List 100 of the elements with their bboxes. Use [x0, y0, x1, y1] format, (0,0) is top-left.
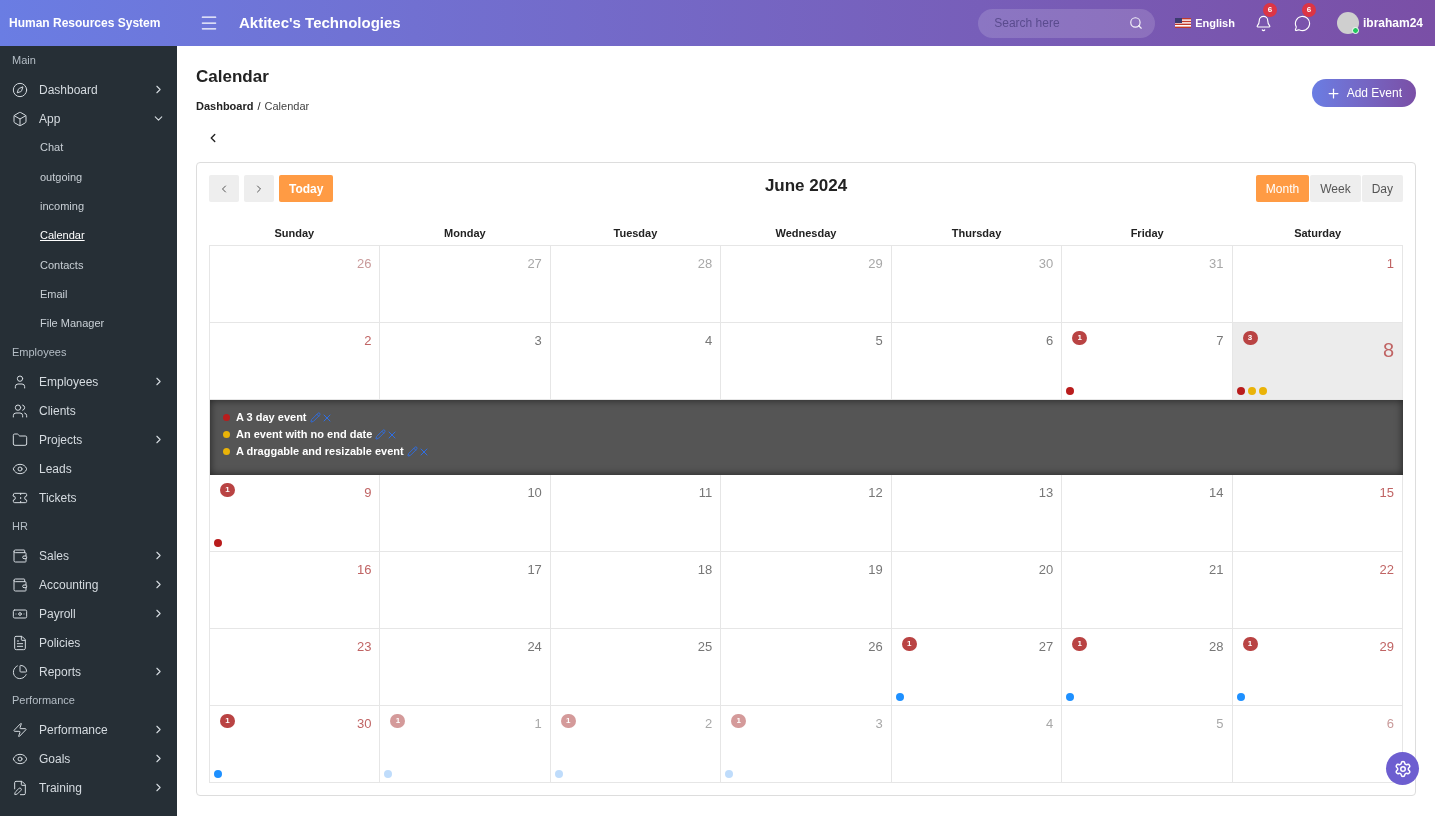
- event-count: 1: [390, 714, 406, 728]
- day-number: 1: [1386, 255, 1394, 273]
- day-cell[interactable]: 10: [380, 475, 551, 552]
- day-cell[interactable]: 21: [1062, 552, 1233, 629]
- avatar[interactable]: [1336, 12, 1359, 34]
- page-title: Calendar: [196, 66, 270, 88]
- next-button[interactable]: [244, 175, 274, 202]
- add-event-button[interactable]: Add Event: [1311, 79, 1416, 107]
- day-cell[interactable]: 1 27: [891, 629, 1063, 706]
- day-number: 7: [1216, 332, 1224, 350]
- day-cell[interactable]: 3: [380, 323, 551, 400]
- day-cell[interactable]: 19: [721, 552, 892, 629]
- weekday-header: Sunday: [273, 226, 316, 242]
- sidebar-item[interactable]: App: [0, 104, 177, 133]
- wallet-icon: [12, 576, 28, 593]
- sidebar-subitem[interactable]: Email: [0, 279, 177, 309]
- breadcrumb-link[interactable]: Dashboard: [196, 97, 254, 114]
- day-cell[interactable]: 1 30: [210, 706, 381, 783]
- view-tab[interactable]: Week: [1310, 175, 1361, 202]
- sidebar-item[interactable]: Clients: [0, 396, 177, 426]
- sidebar-item[interactable]: Tickets: [0, 483, 177, 513]
- sidebar-section-label: Employees: [11, 345, 68, 361]
- day-cell[interactable]: 26: [721, 629, 892, 706]
- sidebar-item[interactable]: Leads: [0, 454, 177, 484]
- sidebar-item[interactable]: Policies: [0, 628, 177, 658]
- settings-button[interactable]: [1386, 752, 1419, 785]
- day-cell[interactable]: 5: [721, 323, 892, 400]
- event-title[interactable]: A draggable and resizable event: [236, 443, 404, 460]
- pencil-icon[interactable]: [309, 412, 321, 423]
- day-cell[interactable]: 18: [550, 552, 722, 629]
- document-edit-icon: [12, 779, 28, 796]
- sidebar-subitem[interactable]: Contacts: [0, 250, 177, 280]
- event-title[interactable]: An event with no end date: [236, 426, 373, 443]
- sidebar-subitem[interactable]: Chat: [0, 133, 177, 163]
- box-icon: [12, 110, 28, 127]
- day-number: 25: [697, 638, 713, 656]
- day-cell[interactable]: 3 8: [1232, 323, 1403, 400]
- day-number: 5: [1216, 715, 1224, 733]
- day-cell[interactable]: 20: [891, 552, 1063, 629]
- day-cell[interactable]: 14: [1062, 475, 1233, 552]
- sidebar-item[interactable]: Accounting: [0, 570, 177, 600]
- pencil-icon[interactable]: [375, 429, 387, 440]
- day-number: 3: [875, 715, 883, 733]
- folder-icon: [12, 431, 28, 448]
- previous-button[interactable]: [209, 175, 239, 202]
- sidebar-subitem[interactable]: Calendar: [0, 220, 177, 251]
- day-cell[interactable]: 6: [891, 323, 1063, 400]
- day-number: 15: [1379, 484, 1394, 502]
- plus-icon: [1325, 85, 1341, 101]
- day-cell[interactable]: 1 7: [1062, 323, 1233, 400]
- sidebar-subitem[interactable]: File Manager: [0, 308, 177, 339]
- day-cell[interactable]: 13: [891, 475, 1063, 552]
- sidebar-item[interactable]: Training: [0, 773, 177, 803]
- day-cell[interactable]: 17: [380, 552, 551, 629]
- sidebar-subitem[interactable]: outgoing: [0, 162, 177, 192]
- user-name[interactable]: ibraham24: [1362, 14, 1423, 32]
- view-tab[interactable]: Day: [1361, 175, 1403, 202]
- day-number: 6: [1045, 332, 1054, 350]
- day-cell[interactable]: 4: [550, 323, 722, 400]
- chat-icon[interactable]: [1293, 14, 1311, 32]
- company-title: Aktitec's Technologies: [239, 12, 401, 33]
- event-count: 1: [1072, 331, 1088, 345]
- event-title[interactable]: A 3 day event: [236, 409, 307, 426]
- language-selector[interactable]: English: [1175, 14, 1235, 32]
- sidebar-item[interactable]: Goals: [0, 744, 177, 774]
- day-cell[interactable]: 22: [1232, 552, 1403, 629]
- sidebar-item[interactable]: Sales: [0, 541, 177, 571]
- day-cell[interactable]: 24: [380, 629, 551, 706]
- flag-icon: [1175, 18, 1192, 28]
- sidebar-item[interactable]: Employees: [0, 367, 177, 397]
- day-cell[interactable]: 2: [210, 323, 381, 400]
- day-number: 11: [698, 484, 713, 502]
- bell-icon[interactable]: [1254, 14, 1272, 32]
- sidebar-item[interactable]: Performance: [0, 715, 177, 745]
- compass-icon: [12, 81, 28, 98]
- sidebar-item[interactable]: Dashboard: [0, 75, 177, 104]
- day-cell[interactable]: 12: [721, 475, 892, 552]
- day-cell[interactable]: 25: [550, 629, 722, 706]
- settings-icon: [1393, 759, 1412, 778]
- day-cell[interactable]: 1 9: [210, 475, 381, 552]
- day-cell[interactable]: 15: [1232, 475, 1403, 552]
- pencil-icon[interactable]: [406, 446, 418, 457]
- weekday-header: Monday: [443, 226, 487, 242]
- day-cell[interactable]: 11: [550, 475, 722, 552]
- day-cell[interactable]: 23: [210, 629, 381, 706]
- event-count: 1: [220, 483, 235, 497]
- day-number: 29: [868, 255, 883, 273]
- sidebar-item[interactable]: Payroll: [0, 599, 177, 629]
- breadcrumb-separator: /: [257, 98, 261, 114]
- day-cell[interactable]: 1: [1232, 246, 1403, 323]
- sidebar-item[interactable]: Projects: [0, 425, 177, 455]
- day-cell[interactable]: 1 29: [1232, 629, 1403, 706]
- day-cell[interactable]: 1 28: [1062, 629, 1233, 706]
- day-number: 14: [1209, 484, 1224, 502]
- sidebar-item[interactable]: Reports: [0, 657, 177, 687]
- breadcrumb-current: Calendar: [264, 98, 310, 114]
- sidebar-subitem[interactable]: incoming: [0, 191, 177, 221]
- day-cell[interactable]: 16: [210, 552, 381, 629]
- day-number: 24: [527, 638, 542, 656]
- day-number: 26: [868, 638, 883, 656]
